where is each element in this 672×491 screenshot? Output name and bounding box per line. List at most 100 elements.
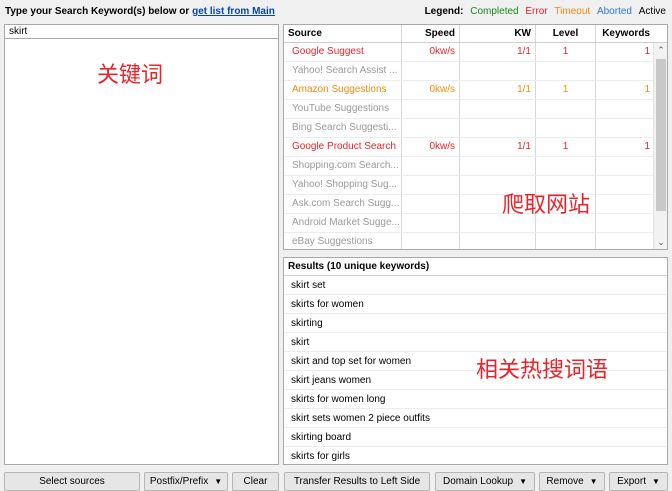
instruction-text: Type your Search Keyword(s) below or get… [5, 6, 275, 17]
domain-lookup-button[interactable]: Domain Lookup ▼ [435, 472, 535, 491]
source-cell-source: Yahoo! Search Assist ... [284, 62, 402, 80]
source-cell-keywords [596, 195, 654, 213]
source-cell-source: Bing Search Suggesti... [284, 119, 402, 137]
get-list-link[interactable]: get list from Main [192, 6, 275, 17]
header-keywords[interactable]: Keywords [596, 25, 654, 42]
select-sources-button[interactable]: Select sources [4, 472, 140, 491]
source-cell-source: Yahoo! Shopping Sug... [284, 176, 402, 194]
sources-scrollbar[interactable]: ⌃ ⌄ [653, 43, 667, 249]
source-cell-keywords [596, 233, 654, 249]
remove-label: Remove [546, 476, 584, 487]
result-item[interactable]: skirts for girls [284, 447, 667, 464]
transfer-results-button[interactable]: Transfer Results to Left Side [284, 472, 430, 491]
legend-timeout: Timeout [554, 6, 591, 17]
source-row[interactable]: Shopping.com Search... [284, 157, 654, 176]
source-cell-source: Shopping.com Search... [284, 157, 402, 175]
source-cell-speed [402, 62, 460, 80]
source-row[interactable]: Bing Search Suggesti... [284, 119, 654, 138]
legend-title: Legend: [424, 6, 464, 17]
header-source[interactable]: Source [284, 25, 402, 42]
source-cell-kw [460, 100, 536, 118]
results-list: Results (10 unique keywords) skirt set sk… [283, 257, 668, 465]
result-item[interactable]: skirt sets women 2 piece outfits [284, 409, 667, 428]
source-cell-keywords [596, 176, 654, 194]
scroll-thumb[interactable] [656, 59, 666, 211]
source-cell-level: 1 [536, 138, 596, 156]
source-row[interactable]: YouTube Suggestions [284, 100, 654, 119]
source-cell-level [536, 119, 596, 137]
annotation-keywords: 关键词 [97, 63, 164, 88]
source-cell-speed [402, 100, 460, 118]
source-cell-source: YouTube Suggestions [284, 100, 402, 118]
source-cell-kw [460, 233, 536, 249]
source-cell-level: 1 [536, 43, 596, 61]
remove-button[interactable]: Remove ▼ [539, 472, 605, 491]
postfix-prefix-label: Postfix/Prefix [149, 476, 209, 487]
source-cell-level [536, 62, 596, 80]
source-row[interactable]: Android Market Sugge... [284, 214, 654, 233]
source-cell-keywords [596, 214, 654, 232]
source-row[interactable]: Yahoo! Search Assist ... [284, 62, 654, 81]
header-speed[interactable]: Speed [402, 25, 460, 42]
source-cell-level [536, 157, 596, 175]
scroll-up-icon[interactable]: ⌃ [654, 43, 667, 57]
source-cell-keywords [596, 62, 654, 80]
result-item[interactable]: skirt set [284, 276, 667, 295]
result-item[interactable]: skirts for women [284, 295, 667, 314]
result-item[interactable]: skirt [284, 333, 667, 352]
source-row[interactable]: Google Product Search 0kw/s 1/1 1 1 [284, 138, 654, 157]
source-cell-source: Android Market Sugge... [284, 214, 402, 232]
postfix-prefix-button[interactable]: Postfix/Prefix ▼ [144, 472, 228, 491]
header-level[interactable]: Level [536, 25, 596, 42]
legend-error: Error [525, 6, 548, 17]
source-cell-source: Google Product Search [284, 138, 402, 156]
header-kw[interactable]: KW [460, 25, 536, 42]
source-cell-keywords [596, 100, 654, 118]
export-label: Export [617, 476, 646, 487]
source-cell-speed [402, 157, 460, 175]
source-cell-speed [402, 214, 460, 232]
legend: Legend: Completed Error Timeout Aborted … [421, 6, 666, 17]
source-cell-keywords: 1 [644, 46, 650, 57]
result-item[interactable]: skirting board [284, 428, 667, 447]
source-row[interactable]: eBay Suggestions [284, 233, 654, 249]
scroll-down-icon[interactable]: ⌄ [654, 235, 667, 249]
dropdown-caret-icon: ▼ [519, 477, 527, 486]
source-cell-keywords [596, 119, 654, 137]
source-cell-kw: 1/1 [460, 81, 536, 99]
results-title: Results (10 unique keywords) [284, 258, 667, 276]
annotation-related: 相关热搜词语 [476, 358, 609, 383]
keyword-panel[interactable]: 关键词 [4, 24, 279, 465]
dropdown-caret-icon: ▼ [651, 477, 660, 486]
result-item[interactable]: skirts for women long [284, 390, 667, 409]
source-row[interactable]: Google Suggest 0kw/s 1/1 1 1 [284, 43, 654, 62]
legend-completed: Completed [470, 6, 519, 17]
source-cell-keywords: 1 [644, 141, 650, 152]
export-button[interactable]: Export ▼ [609, 472, 668, 491]
source-cell-speed [402, 176, 460, 194]
legend-active: Active [638, 6, 666, 17]
source-row[interactable]: Ask.com Search Sugg... [284, 195, 654, 214]
domain-lookup-label: Domain Lookup [443, 476, 514, 487]
source-cell-kw: 1/1 [460, 138, 536, 156]
source-row[interactable]: Yahoo! Shopping Sug... [284, 176, 654, 195]
source-cell-source: Google Suggest [284, 43, 402, 61]
source-cell-kw: 1/1 [460, 43, 536, 61]
source-cell-source: Ask.com Search Sugg... [284, 195, 402, 213]
source-cell-source: eBay Suggestions [284, 233, 402, 249]
result-item[interactable]: skirting [284, 314, 667, 333]
source-cell-speed: 0kw/s [402, 138, 460, 156]
source-row[interactable]: Amazon Suggestions 0kw/s 1/1 1 1 [284, 81, 654, 100]
source-cell-speed: 0kw/s [402, 43, 460, 61]
sources-table-header: Source Speed KW Level Keywords [284, 25, 667, 43]
source-cell-kw [460, 119, 536, 137]
source-cell-kw [460, 62, 536, 80]
source-cell-level [536, 100, 596, 118]
legend-aborted: Aborted [596, 6, 632, 17]
dropdown-caret-icon: ▼ [214, 477, 223, 486]
keyword-input[interactable] [5, 25, 278, 39]
source-cell-kw [460, 157, 536, 175]
clear-button[interactable]: Clear [232, 472, 279, 491]
source-cell-speed [402, 233, 460, 249]
source-cell-keywords: 1 [644, 84, 650, 95]
